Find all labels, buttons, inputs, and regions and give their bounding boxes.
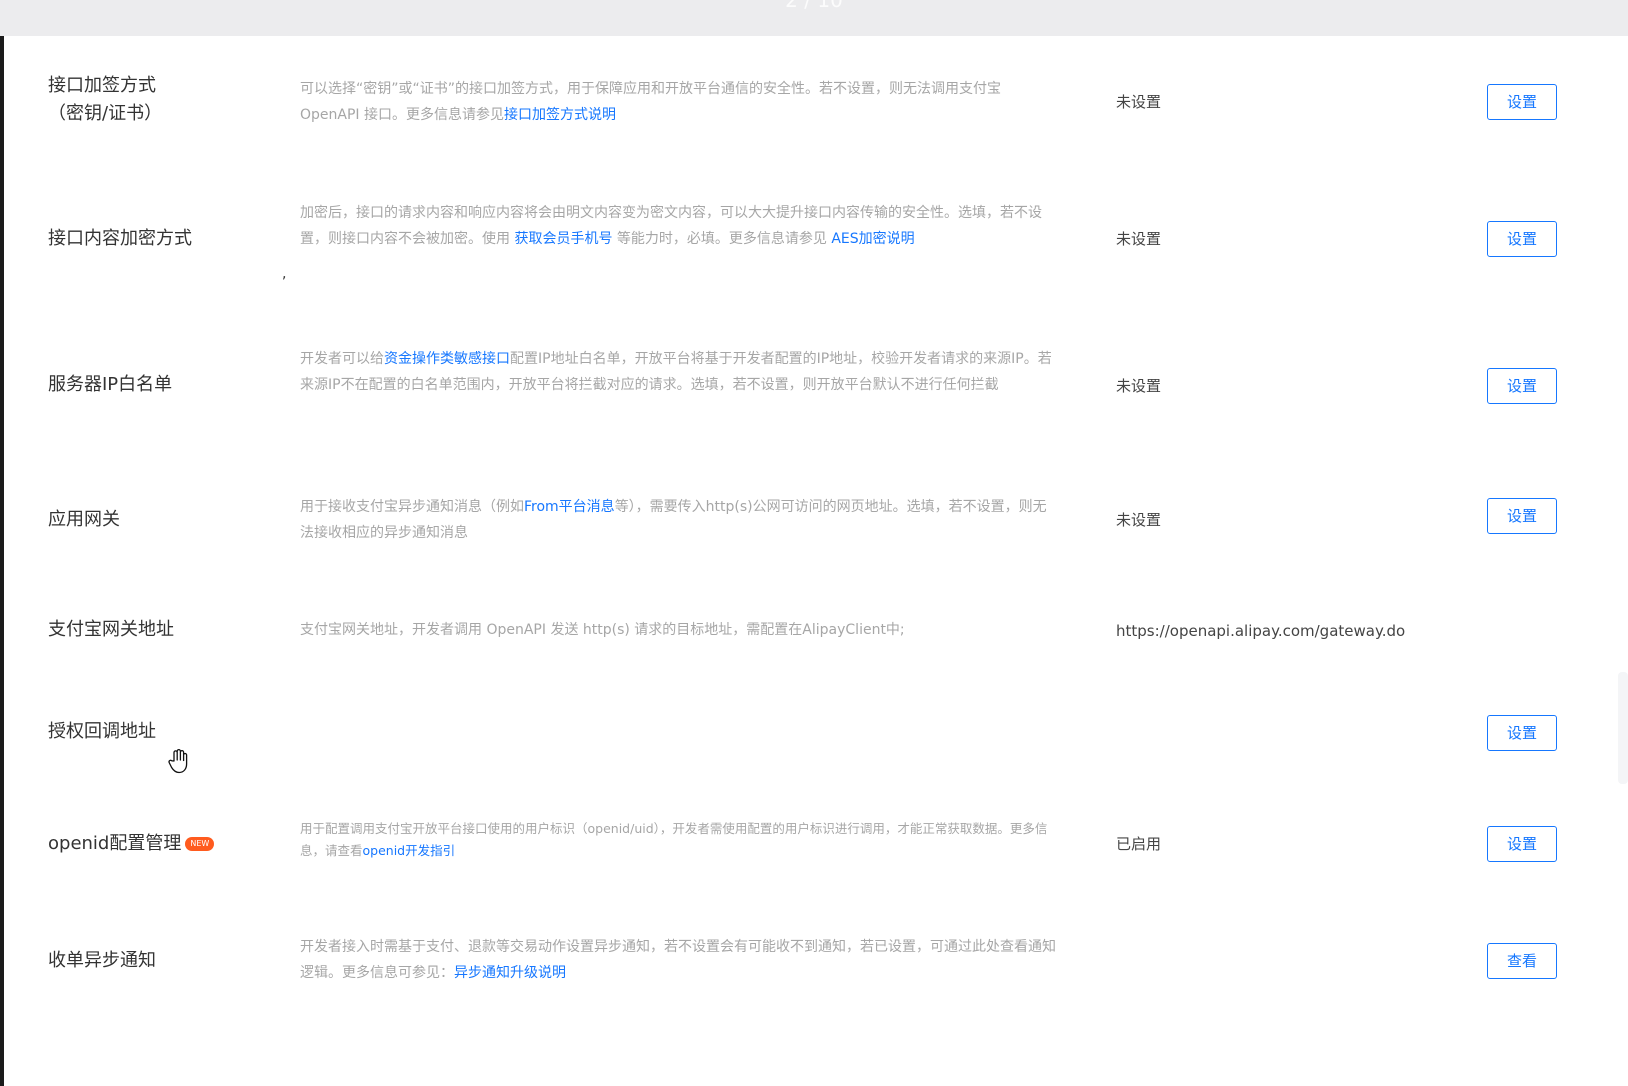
openid-guide-link[interactable]: openid开发指引 xyxy=(363,843,456,858)
view-button[interactable]: 查看 xyxy=(1487,943,1557,979)
set-button[interactable]: 设置 xyxy=(1487,715,1557,751)
row-label-line: （密钥/证书） xyxy=(48,103,163,124)
left-border xyxy=(0,36,4,1086)
page-indicator: 2 / 10 xyxy=(785,0,843,12)
row-label-line: 接口加签方式 xyxy=(48,75,156,96)
row-label: 应用网关 xyxy=(48,509,120,530)
row-label: 服务器IP白名单 xyxy=(48,374,173,395)
set-button[interactable]: 设置 xyxy=(1487,221,1557,257)
row-description: 开发者可以给资金操作类敏感接口配置IP地址白名单，开放平台将基于开发者配置的IP… xyxy=(300,351,1052,393)
set-button[interactable]: 设置 xyxy=(1487,498,1557,534)
from-platform-msg-link[interactable]: From平台消息 xyxy=(524,499,615,515)
top-bar: 2 / 10 xyxy=(0,0,1628,36)
row-label: 支付宝网关地址 xyxy=(48,619,174,640)
row-label-text: openid配置管理 xyxy=(48,833,182,854)
row-description: 开发者接入时需基于支付、退款等交易动作设置异步通知，若不设置会有可能收不到通知，… xyxy=(300,939,1056,981)
row-description: 可以选择“密钥”或“证书”的接口加签方式，用于保障应用和开放平台通信的安全性。若… xyxy=(300,81,1002,123)
row-label: 收单异步通知 xyxy=(48,950,156,971)
status-value: 已启用 xyxy=(1116,835,1162,853)
stray-mark: , xyxy=(282,266,287,282)
get-member-phone-link[interactable]: 获取会员手机号 xyxy=(514,231,612,247)
sensitive-api-link[interactable]: 资金操作类敏感接口 xyxy=(384,351,510,367)
status-value: 未设置 xyxy=(1116,377,1162,395)
row-label: 授权回调地址 xyxy=(48,721,156,742)
aes-doc-link[interactable]: AES加密说明 xyxy=(831,231,914,247)
set-button[interactable]: 设置 xyxy=(1487,84,1557,120)
status-value: 未设置 xyxy=(1116,511,1162,529)
row-label: 接口内容加密方式 xyxy=(48,228,192,249)
new-badge: NEW xyxy=(185,837,215,851)
sign-method-doc-link[interactable]: 接口加签方式说明 xyxy=(504,107,616,123)
set-button[interactable]: 设置 xyxy=(1487,368,1557,404)
async-notify-doc-link[interactable]: 异步通知升级说明 xyxy=(454,965,566,981)
status-value: 未设置 xyxy=(1116,230,1162,248)
set-button[interactable]: 设置 xyxy=(1487,826,1557,862)
gateway-url: https://openapi.alipay.com/gateway.do xyxy=(1116,622,1406,640)
row-label: openid配置管理 NEW xyxy=(48,830,215,858)
hand-pointer-icon xyxy=(168,749,188,774)
row-description: 支付宝网关地址，开发者调用 OpenAPI 发送 http(s) 请求的目标地址… xyxy=(300,622,905,638)
status-value: 未设置 xyxy=(1116,93,1162,111)
scrollbar[interactable] xyxy=(1618,672,1628,784)
row-label: 接口加签方式 （密钥/证书） xyxy=(48,72,162,128)
row-description: 加密后，接口的请求内容和响应内容将会由明文内容变为密文内容，可以大大提升接口内容… xyxy=(300,205,1042,247)
row-description: 用于接收支付宝异步通知消息（例如From平台消息等），需要传入http(s)公网… xyxy=(300,499,1047,541)
row-description: 用于配置调用支付宝开放平台接口使用的用户标识（openid/uid），开发者需使… xyxy=(300,821,1048,858)
